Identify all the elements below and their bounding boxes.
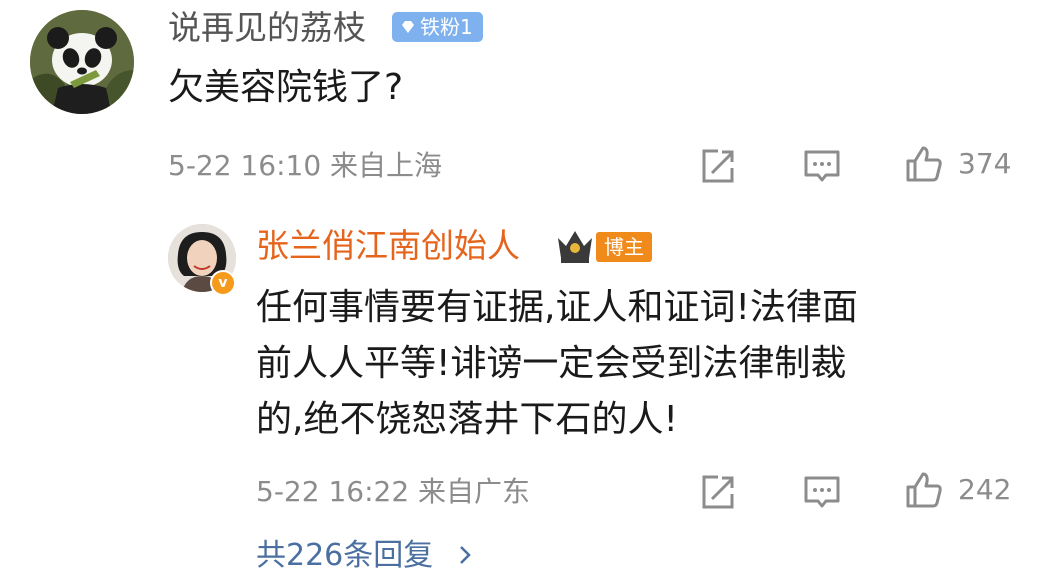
share-icon [702,475,734,509]
diamond-icon [402,21,414,33]
reply-text: 任何事情要有证据,证人和证词!法律面 前人人平等!诽谤一定会受到法律制裁 的,绝… [256,280,1016,448]
comment-text: 欠美容院钱了? [168,67,404,108]
like-count: 374 [958,147,1012,180]
fan-badge-label: 铁粉1 [420,15,473,39]
reply-like-button[interactable]: 242 [904,470,1011,510]
more-replies-link[interactable]: 共226条回复 [256,536,475,576]
verified-icon: v [210,270,236,296]
like-icon [906,146,942,182]
share-icon [702,149,734,183]
reply-like-count: 242 [958,473,1012,506]
crown-icon [555,226,595,264]
reply-username[interactable]: 张兰俏江南创始人 [256,222,520,270]
share-button[interactable] [698,146,738,190]
reply-text-line: 的,绝不饶恕落井下石的人! [256,399,678,440]
reply-text-line: 前人人平等!诽谤一定会受到法律制裁 [256,343,847,384]
reply-text-line: 任何事情要有证据,证人和证词!法律面 [256,287,858,328]
like-button[interactable]: 374 [904,144,1011,184]
like-icon [906,472,942,508]
reply-comment-button[interactable] [802,472,842,516]
comment-icon [804,476,840,508]
comment-icon [804,150,840,182]
reply-share-button[interactable] [698,472,738,516]
more-replies-label: 共226条回复 [256,538,434,573]
panda-avatar [30,10,134,114]
comment-meta: 5-22 16:10 来自上海 [168,149,443,182]
reply-meta: 5-22 16:22 来自广东 [256,475,531,508]
host-badge: 博主 [596,232,652,262]
fan-badge: 铁粉1 [392,12,483,42]
chevron-right-icon [459,546,471,564]
comment-button[interactable] [802,146,842,190]
avatar[interactable] [30,10,134,114]
username[interactable]: 说再见的荔枝 [168,6,366,50]
